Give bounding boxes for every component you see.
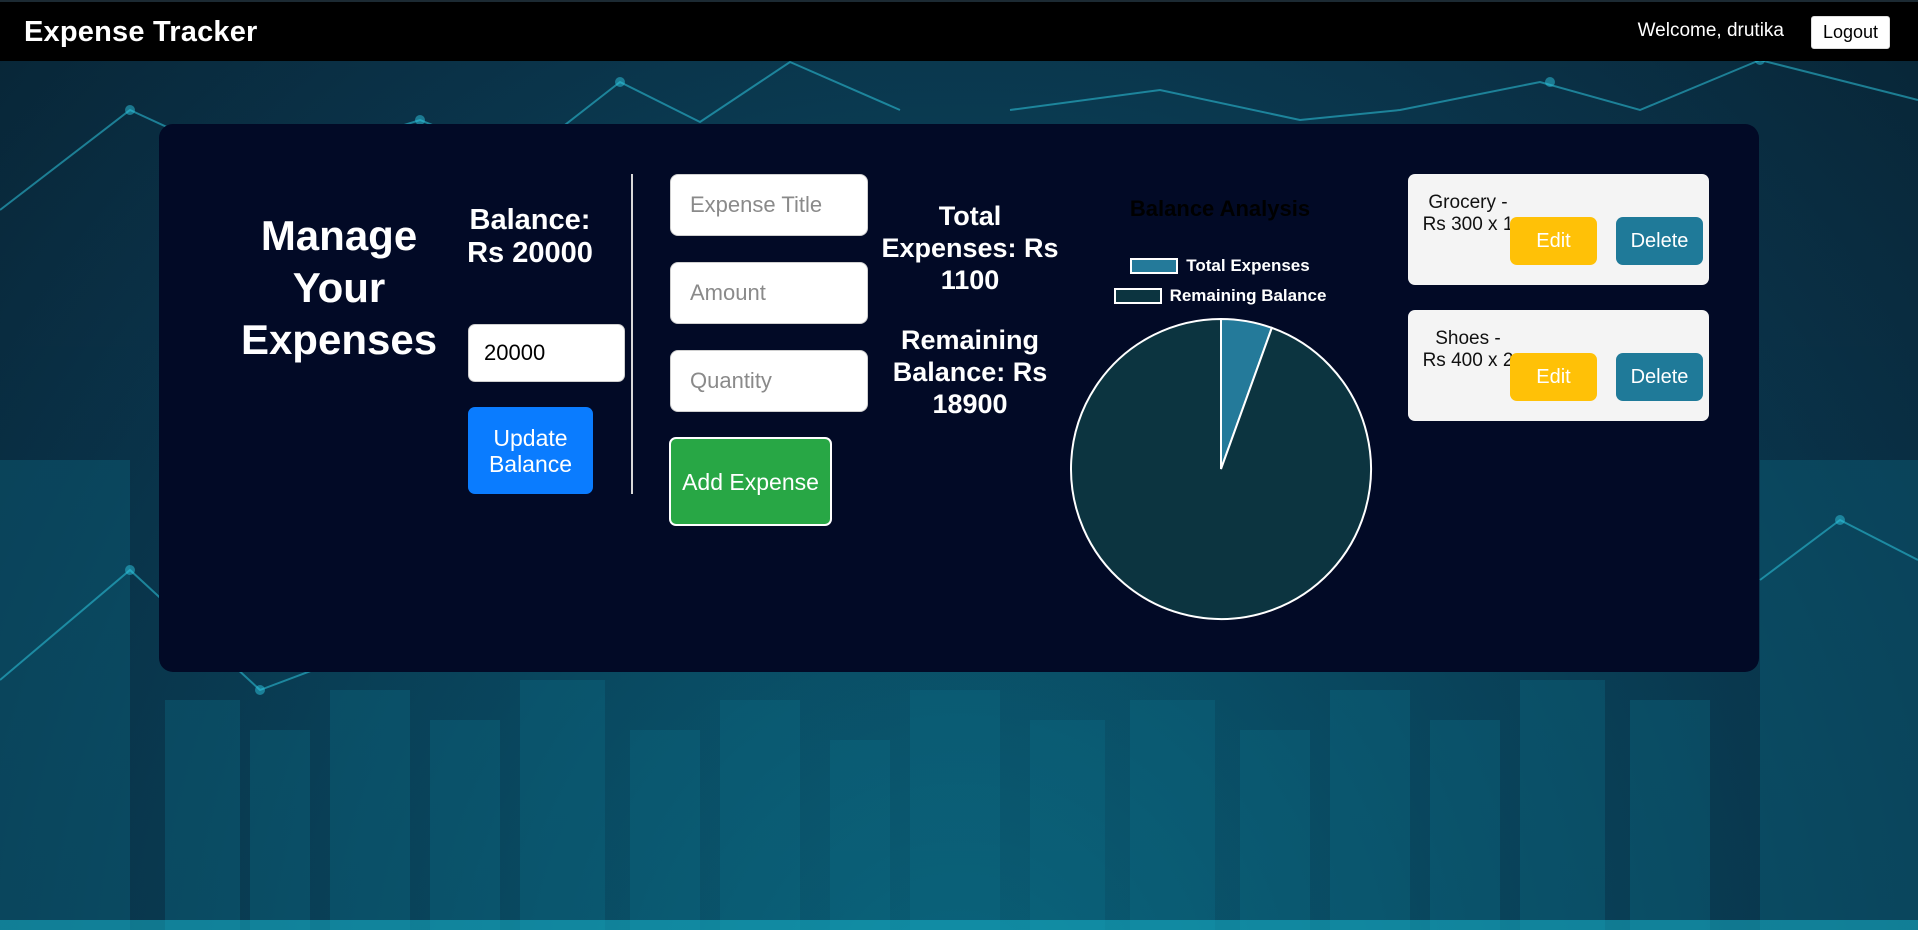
expense-item: Shoes - Rs 400 x 2 Edit Delete [1408,310,1709,421]
total-expenses-text: Total Expenses: Rs 1100 [881,201,1059,295]
legend-swatch-remaining-balance [1113,288,1162,304]
legend-item-remaining-balance[interactable]: Remaining Balance [1060,286,1380,306]
balance-pie-chart: Balance Analysis Total Expenses Remainin… [1060,190,1380,630]
update-balance-button[interactable]: Update Balance [468,407,593,494]
chart-title: Balance Analysis [1129,196,1311,221]
quantity-input[interactable]: Quantity [670,350,868,412]
page-heading: Manage Your Expenses [240,212,438,363]
pie-slice-remaining-balance[interactable] [1070,317,1372,620]
legend-item-total-expenses[interactable]: Total Expenses [1060,256,1380,276]
amount-input[interactable]: Amount [670,262,868,324]
app-title: Expense Tracker [24,16,258,48]
edit-button[interactable]: Edit [1510,217,1597,265]
expense-item: Grocery - Rs 300 x 1 Edit Delete [1408,174,1709,285]
add-expense-button[interactable]: Add Expense [669,437,832,526]
legend-label-total-expenses: Total Expenses [1186,256,1310,275]
edit-button[interactable]: Edit [1510,353,1597,401]
top-navbar: Expense Tracker Welcome, drutika Logout [0,0,1918,61]
balance-label: Balance: Rs 20000 [467,204,593,269]
expense-item-text: Shoes - Rs 400 x 2 [1422,328,1514,371]
remaining-balance-text: Remaining Balance: Rs 18900 [892,325,1048,419]
balance-input[interactable]: 20000 [468,324,625,382]
expense-item-text: Grocery - Rs 300 x 1 [1422,192,1514,235]
pie-svg [1070,317,1372,620]
delete-button[interactable]: Delete [1616,353,1703,401]
welcome-text: Welcome, drutika [1637,20,1784,41]
delete-button[interactable]: Delete [1616,217,1703,265]
expense-title-input[interactable]: Expense Title [670,174,868,236]
vertical-divider [631,174,633,494]
legend-label-remaining-balance: Remaining Balance [1169,286,1327,305]
legend-swatch-total-expenses [1130,258,1179,274]
logout-button[interactable]: Logout [1811,16,1890,49]
